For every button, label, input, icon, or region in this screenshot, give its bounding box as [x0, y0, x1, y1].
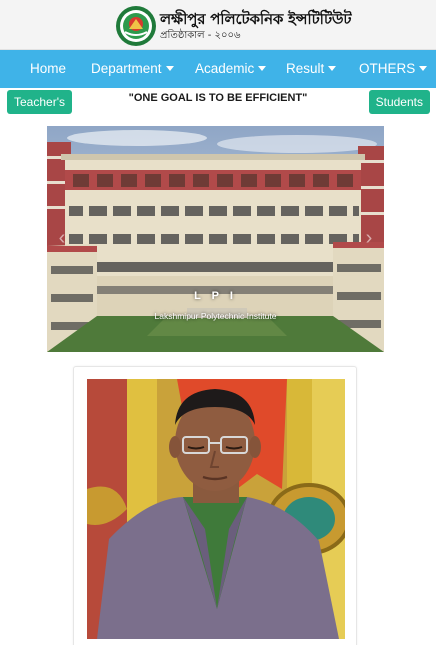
nav-result[interactable]: Result: [286, 50, 337, 88]
main-navbar: Home Department Academic Result OTHERS: [0, 50, 436, 88]
slogan-text: "ONE GOAL IS TO BE EFFICIENT": [128, 92, 308, 104]
carousel-caption-subtitle: Lakshmipur Polytechnic Institute: [154, 311, 277, 321]
carousel-prev-icon[interactable]: ‹: [55, 226, 69, 250]
chevron-down-icon: [165, 66, 174, 71]
campus-carousel[interactable]: ‹ › L P I Lakshmipur Polytechnic Institu…: [47, 126, 384, 352]
carousel-next-icon[interactable]: ›: [362, 226, 376, 250]
nav-others[interactable]: OTHERS: [359, 50, 428, 88]
chevron-down-icon: [419, 66, 428, 71]
principal-card: [73, 366, 357, 645]
nav-academic[interactable]: Academic: [195, 50, 267, 88]
teachers-button[interactable]: Teacher's: [7, 90, 72, 114]
principal-portrait-image: [87, 379, 345, 639]
institute-seal-icon[interactable]: [115, 5, 157, 47]
nav-department[interactable]: Department: [91, 50, 174, 88]
chevron-down-icon: [258, 66, 267, 71]
nav-department-label: Department: [91, 61, 162, 76]
nav-home-label: Home: [30, 61, 67, 76]
site-header: লক্ষীপুর পলিটেকনিক ইন্সটিটিউট প্রতিষ্ঠাক…: [0, 0, 436, 50]
site-established: প্রতিষ্ঠাকাল - ২০০৬: [160, 30, 241, 41]
nav-result-label: Result: [286, 61, 325, 76]
carousel-caption-title: L P I: [194, 290, 237, 302]
principal-photo: [87, 379, 345, 639]
nav-academic-label: Academic: [195, 61, 255, 76]
nav-others-label: OTHERS: [359, 61, 416, 76]
students-button[interactable]: Students: [368, 90, 430, 114]
nav-home[interactable]: Home: [30, 50, 66, 88]
chevron-down-icon: [328, 66, 337, 71]
